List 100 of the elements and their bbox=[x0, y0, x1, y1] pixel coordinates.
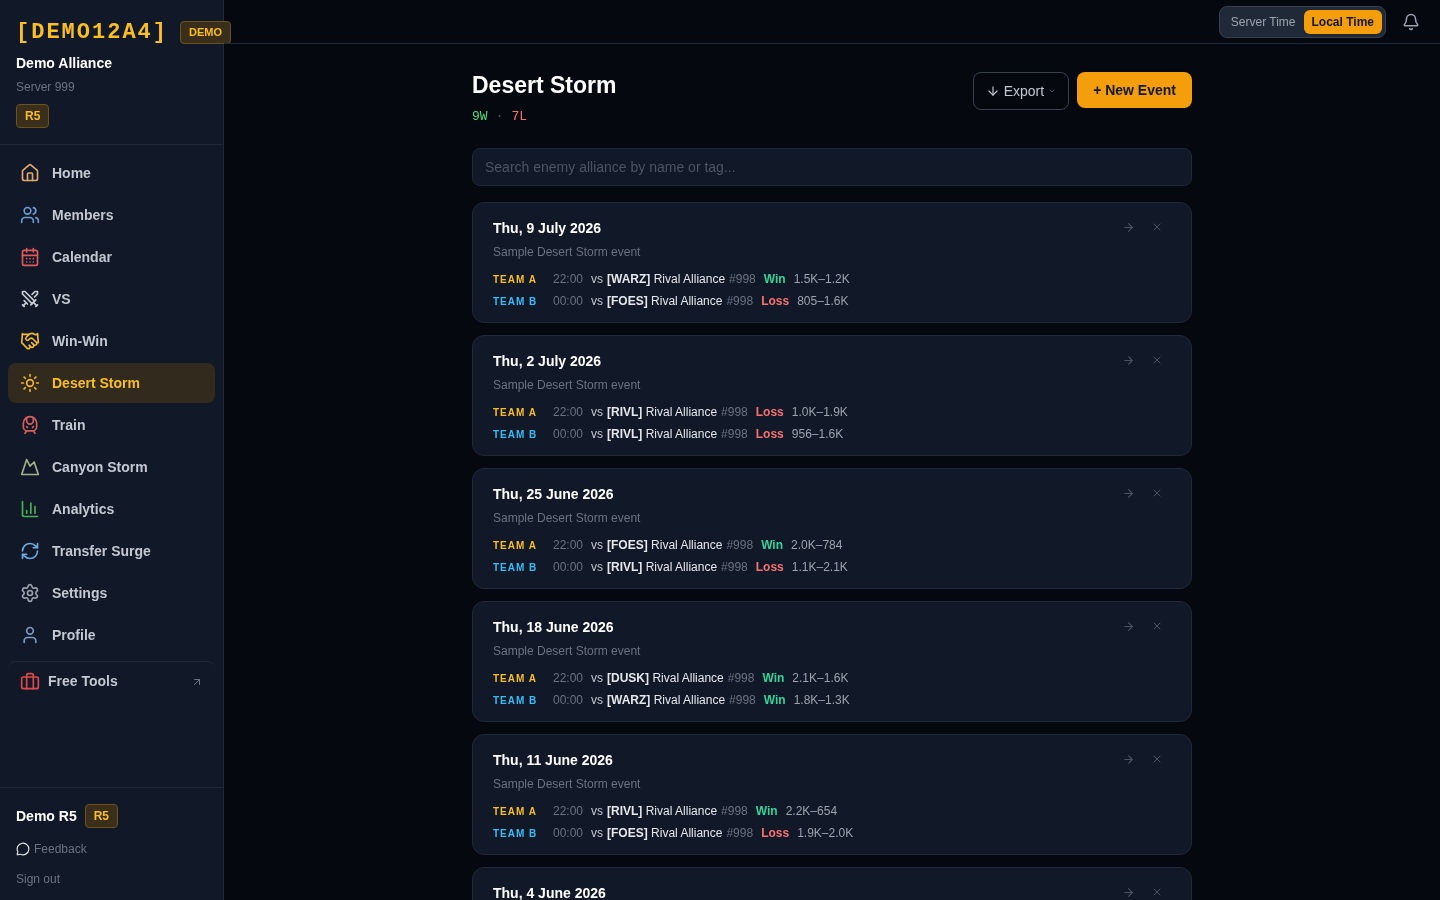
user-icon bbox=[20, 625, 40, 645]
refresh-icon bbox=[20, 541, 40, 561]
export-button[interactable]: Export bbox=[972, 72, 1070, 110]
nav-item[interactable]: Settings bbox=[8, 573, 215, 613]
match-result: Loss bbox=[755, 426, 784, 443]
event-date: Thu, 25 June 2026 bbox=[493, 485, 615, 504]
match-time: 00:00 bbox=[553, 825, 584, 842]
nav-item[interactable]: Canyon Storm bbox=[8, 447, 215, 487]
calendar-icon bbox=[20, 247, 40, 267]
match-result: Win bbox=[761, 537, 783, 554]
nav-item[interactable]: Transfer Surge bbox=[8, 531, 215, 571]
enemy-alliance: [RIVL] Rival Alliance bbox=[607, 426, 718, 443]
enemy-server: #998 bbox=[726, 293, 754, 310]
match-score: 2.1K–1.6K bbox=[792, 670, 849, 687]
versus-label: vs bbox=[591, 537, 604, 554]
versus-label: vs bbox=[591, 559, 604, 576]
versus-label: vs bbox=[591, 803, 604, 820]
enemy-server: #998 bbox=[729, 692, 756, 709]
enemy-server: #998 bbox=[726, 825, 754, 842]
nav-item[interactable]: Win-Win bbox=[8, 321, 215, 361]
match-time: 22:00 bbox=[553, 404, 584, 421]
open-arrow-icon[interactable] bbox=[1122, 221, 1135, 234]
time-mode-tab[interactable]: Server Time bbox=[1222, 9, 1304, 34]
versus-label: vs bbox=[591, 426, 604, 443]
open-arrow-icon[interactable] bbox=[1122, 620, 1135, 633]
event-description: Sample Desert Storm event bbox=[493, 377, 641, 394]
close-icon[interactable] bbox=[1151, 753, 1163, 765]
time-mode-tab[interactable]: Local Time bbox=[1303, 9, 1382, 34]
feedback-link[interactable]: Feedback bbox=[16, 840, 207, 858]
people-icon bbox=[20, 205, 40, 225]
versus-label: vs bbox=[591, 692, 604, 709]
rank-badge: R5 bbox=[16, 104, 50, 128]
new-event-button[interactable]: + New Event bbox=[1077, 72, 1192, 108]
match-time: 22:00 bbox=[553, 271, 584, 288]
train-icon bbox=[20, 415, 40, 435]
enemy-server: #998 bbox=[721, 404, 748, 421]
event-description: Sample Desert Storm event bbox=[493, 776, 641, 793]
enemy-server: #998 bbox=[726, 537, 754, 554]
free-tools-link[interactable]: Free Tools bbox=[8, 661, 215, 701]
match-score: 805–1.6K bbox=[797, 293, 849, 310]
nav-item[interactable]: Train bbox=[8, 405, 215, 445]
match-time: 00:00 bbox=[553, 426, 584, 443]
close-icon[interactable] bbox=[1151, 886, 1163, 898]
event-description: Sample Desert Storm event bbox=[493, 244, 641, 261]
close-icon[interactable] bbox=[1151, 620, 1163, 632]
match-time: 22:00 bbox=[553, 803, 584, 820]
rank-badge: R5 bbox=[84, 804, 119, 828]
team-label: TEAM B bbox=[493, 294, 539, 309]
home-icon bbox=[20, 163, 40, 183]
match-result: Win bbox=[763, 271, 786, 288]
search-field[interactable]: Search enemy alliance by name or tag... bbox=[472, 148, 1192, 186]
event-description: Sample Desert Storm event bbox=[493, 643, 641, 660]
wins-count: 9W bbox=[472, 107, 488, 126]
losses-count: 7L bbox=[511, 107, 528, 126]
nav-item[interactable]: Analytics bbox=[8, 489, 215, 529]
nav-item[interactable]: Profile bbox=[8, 615, 215, 655]
event-date: Thu, 2 July 2026 bbox=[493, 352, 603, 371]
match-time: 00:00 bbox=[553, 559, 584, 576]
versus-label: vs bbox=[591, 404, 604, 421]
versus-label: vs bbox=[591, 293, 604, 310]
open-arrow-icon[interactable] bbox=[1122, 354, 1135, 367]
open-arrow-icon[interactable] bbox=[1122, 487, 1135, 500]
notifications-icon[interactable] bbox=[1402, 12, 1420, 31]
team-label: TEAM A bbox=[493, 272, 538, 287]
close-icon[interactable] bbox=[1151, 354, 1163, 366]
team-label: TEAM A bbox=[493, 671, 538, 686]
alliance-name: Demo Alliance bbox=[16, 54, 113, 73]
event-date: Thu, 4 June 2026 bbox=[493, 884, 606, 900]
enemy-alliance: [WARZ] Rival Alliance bbox=[607, 271, 726, 288]
match-result: Win bbox=[762, 670, 785, 687]
nav-item[interactable]: Home bbox=[8, 153, 215, 193]
open-arrow-icon[interactable] bbox=[1122, 753, 1135, 766]
close-icon[interactable] bbox=[1151, 221, 1163, 233]
event-description: Sample Desert Storm event bbox=[493, 510, 641, 527]
team-label: TEAM B bbox=[493, 826, 539, 841]
enemy-server: #998 bbox=[721, 426, 748, 443]
separator-dot: · bbox=[495, 107, 504, 126]
open-arrow-icon[interactable] bbox=[1122, 886, 1135, 899]
nav-item[interactable]: Desert Storm bbox=[8, 363, 215, 403]
enemy-server: #998 bbox=[729, 271, 756, 288]
settings-icon bbox=[20, 583, 40, 603]
versus-label: vs bbox=[591, 670, 604, 687]
team-label: TEAM A bbox=[493, 538, 538, 553]
match-score: 1.5K–1.2K bbox=[793, 271, 850, 288]
match-time: 22:00 bbox=[553, 537, 584, 554]
close-icon[interactable] bbox=[1151, 487, 1163, 499]
demo-badge: DEMO bbox=[180, 21, 232, 44]
team-label: TEAM B bbox=[493, 427, 539, 442]
match-score: 1.1K–2.1K bbox=[791, 559, 848, 576]
enemy-alliance: [DUSK] Rival Alliance bbox=[607, 670, 724, 687]
nav-item[interactable]: Calendar bbox=[8, 237, 215, 277]
sign-out-link[interactable]: Sign out bbox=[16, 870, 207, 888]
nav-item[interactable]: Members bbox=[8, 195, 215, 235]
event-date: Thu, 18 June 2026 bbox=[493, 618, 615, 637]
handshake-icon bbox=[20, 331, 40, 351]
match-score: 2.0K–784 bbox=[791, 537, 843, 554]
page-title: Desert Storm bbox=[472, 71, 617, 100]
enemy-server: #998 bbox=[721, 803, 748, 820]
nav-item[interactable]: VS bbox=[8, 279, 215, 319]
toolbox-icon bbox=[20, 671, 40, 692]
